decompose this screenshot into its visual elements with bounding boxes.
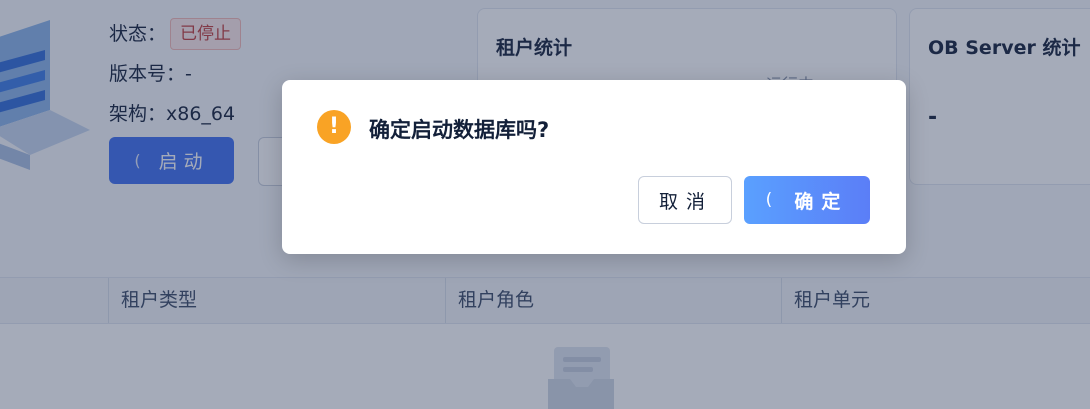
confirm-button[interactable]: ( 确定: [744, 176, 870, 224]
confirm-button-label: 确定: [794, 190, 849, 213]
dialog-title: 确定启动数据库吗?: [369, 118, 550, 142]
warning-icon: !: [317, 110, 351, 144]
confirm-start-dialog: ! 确定启动数据库吗? 取消 ( 确定: [282, 80, 906, 254]
loading-spinner-icon: (: [765, 190, 773, 210]
cancel-button[interactable]: 取消: [638, 176, 732, 224]
